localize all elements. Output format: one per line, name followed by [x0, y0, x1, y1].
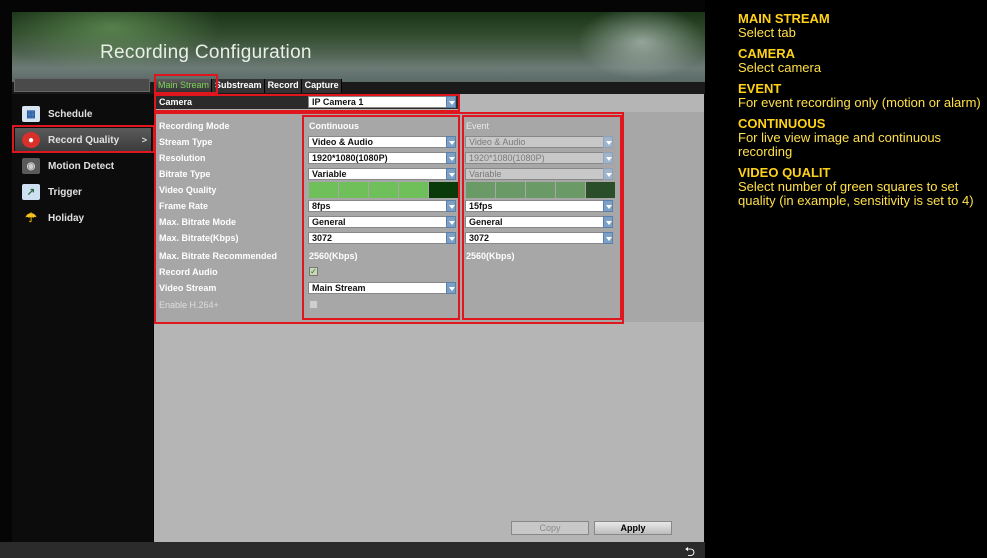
note-heading: MAIN STREAM	[738, 11, 830, 26]
note-heading: VIDEO QUALIT	[738, 165, 831, 180]
bottom-bar: ⮌	[0, 542, 705, 558]
highlight-camera	[154, 94, 460, 112]
trigger-icon: ↗	[22, 184, 40, 200]
note-heading: EVENT	[738, 81, 782, 96]
dvr-window: Recording Configuration ▦ Schedule ● Rec…	[0, 0, 705, 558]
header-banner: Recording Configuration	[12, 12, 705, 82]
sidebar-item-label: Trigger	[48, 186, 82, 198]
note-video-quality: VIDEO QUALIT Select number of green squa…	[738, 166, 987, 208]
return-icon[interactable]: ⮌	[685, 543, 695, 558]
tab-substream[interactable]: Substream	[212, 79, 265, 93]
note-continuous: CONTINUOUS For live view image and conti…	[738, 117, 987, 159]
note-body: For event recording only (motion or alar…	[738, 95, 981, 110]
sidebar-item-label: Holiday	[48, 212, 85, 224]
sidebar: ▦ Schedule ● Record Quality > ◉ Motion D…	[12, 94, 153, 542]
sidebar-item-holiday[interactable]: ☂ Holiday	[15, 206, 151, 230]
highlight-record-quality	[12, 125, 155, 153]
note-body: Select camera	[738, 60, 822, 75]
sidebar-item-schedule[interactable]: ▦ Schedule	[15, 102, 151, 126]
note-body: Select number of green squares to set qu…	[738, 179, 974, 208]
copy-button[interactable]: Copy	[511, 521, 589, 535]
sidebar-item-motion-detect[interactable]: ◉ Motion Detect	[15, 154, 151, 178]
tab-record[interactable]: Record	[264, 79, 302, 93]
note-body: Select tab	[738, 25, 796, 40]
note-camera: CAMERA Select camera	[738, 47, 987, 75]
annotation-notes: MAIN STREAM Select tab CAMERA Select cam…	[738, 12, 987, 215]
tab-capture[interactable]: Capture	[301, 79, 342, 93]
sidebar-item-label: Schedule	[48, 108, 93, 120]
note-main-stream: MAIN STREAM Select tab	[738, 12, 987, 40]
highlight-form	[154, 112, 624, 324]
note-event: EVENT For event recording only (motion o…	[738, 82, 987, 110]
sidebar-header	[14, 78, 150, 92]
note-body: For live view image and continuous recor…	[738, 130, 942, 159]
motion-icon: ◉	[22, 158, 40, 174]
holiday-icon: ☂	[25, 210, 37, 225]
calendar-icon: ▦	[22, 106, 40, 122]
sidebar-item-trigger[interactable]: ↗ Trigger	[15, 180, 151, 204]
apply-button[interactable]: Apply	[594, 521, 672, 535]
sidebar-item-label: Motion Detect	[48, 160, 115, 172]
note-heading: CAMERA	[738, 46, 796, 61]
highlight-main-stream-tab	[154, 74, 218, 94]
note-heading: CONTINUOUS	[738, 116, 826, 131]
page-title: Recording Configuration	[100, 42, 312, 63]
header-glow-right	[572, 12, 705, 82]
